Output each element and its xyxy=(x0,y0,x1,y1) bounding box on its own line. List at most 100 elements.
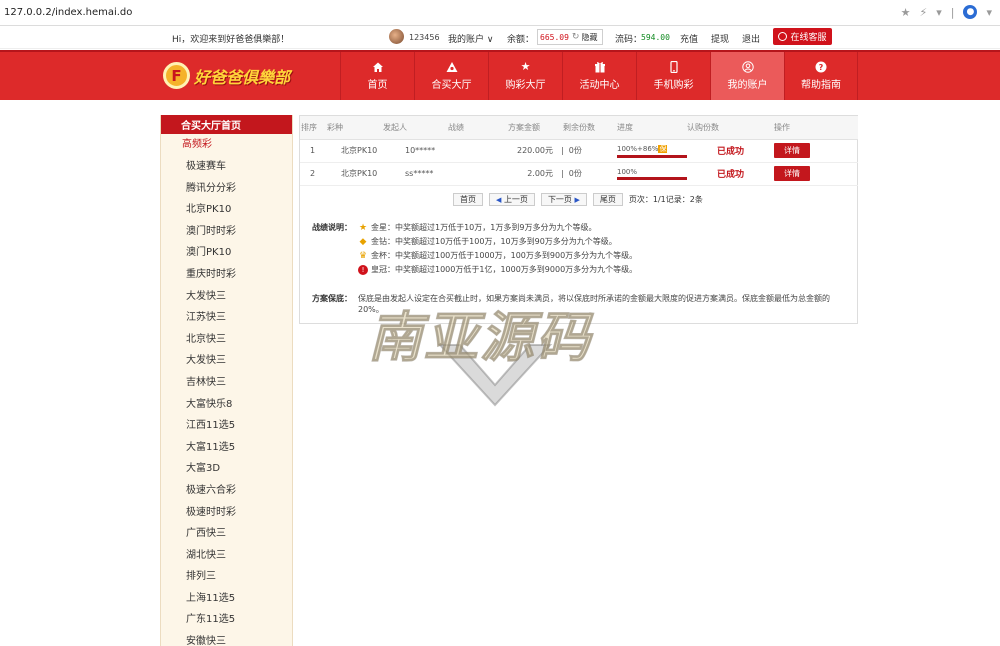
sidebar-item[interactable]: 大发快三 xyxy=(161,286,292,308)
online-service-button[interactable]: 在线客服 xyxy=(773,28,832,45)
sidebar-item[interactable]: 上海11选5 xyxy=(161,588,292,610)
nav-items: 首页 合买大厅 ★ 购彩大厅 活动中心 手机购彩 我的账户 ? 帮助指南 xyxy=(340,52,858,100)
sidebar-item[interactable]: 澳门时时彩 xyxy=(161,221,292,243)
table-header-row: 排序 彩种 发起人 战绩 方案金额 剩余份数 进度 认购份数 操作 xyxy=(300,116,858,140)
online-service-label: 在线客服 xyxy=(790,33,827,43)
user-id: 123456 xyxy=(409,33,440,42)
sidebar-item[interactable]: 大富11选5 xyxy=(161,437,292,459)
guarantee-text: 保底是由发起人设定在合买截止时，如果方案尚未满员，将以保底时所承诺的金额最大限度… xyxy=(358,294,830,314)
cell-action: 详情 xyxy=(774,139,858,163)
top-info-bar: Hi，欢迎来到好爸爸俱樂部！ 123456 我的账户 ∨ 余额： 665.09 … xyxy=(0,27,1000,49)
user-icon xyxy=(741,61,754,73)
nav-item-my-account[interactable]: 我的账户 xyxy=(710,52,784,100)
flow-label: 流码： xyxy=(615,35,643,45)
nav-item-group-buy[interactable]: 合买大厅 xyxy=(414,52,488,100)
nav-item-mobile[interactable]: 手机购彩 xyxy=(636,52,710,100)
detail-button[interactable]: 详情 xyxy=(774,143,810,158)
cell-status: 已成功 xyxy=(687,162,774,186)
sidebar-item[interactable]: 大富3D xyxy=(161,458,292,480)
sidebar-item[interactable]: 湖北快三 xyxy=(161,545,292,567)
explanation-row: ♛ 金杯：中奖额超过100万低于1000万，100万多到900万多分为九个等级。 xyxy=(358,250,637,261)
nav-item-activity[interactable]: 活动中心 xyxy=(562,52,636,100)
cell-rank: 2 xyxy=(300,162,319,186)
cell-progress: 100%+86%保 xyxy=(617,139,687,163)
progress-text: 100%+86% xyxy=(617,144,659,153)
column-header-progress: 进度 xyxy=(617,116,687,140)
headset-icon xyxy=(778,32,788,41)
sidebar-item[interactable]: 大发快三 xyxy=(161,350,292,372)
star-icon: ★ xyxy=(520,60,531,73)
group-buy-panel: 排序 彩种 发起人 战绩 方案金额 剩余份数 进度 认购份数 操作 1 北京PK… xyxy=(299,115,858,324)
nav-item-home[interactable]: 首页 xyxy=(340,52,414,100)
explanation-text: 金杯：中奖额超过100万低于1000万，100万多到900万多分为九个等级。 xyxy=(371,251,638,260)
column-header-game: 彩种 xyxy=(319,116,383,140)
nav-label: 合买大厅 xyxy=(431,80,472,91)
sidebar-group-high-frequency[interactable]: 高频彩 xyxy=(161,134,292,156)
sidebar-item[interactable]: 极速赛车 xyxy=(161,156,292,178)
bookmark-star-icon[interactable]: ★ xyxy=(901,6,911,19)
trophy-icon: ♛ xyxy=(358,250,368,261)
sidebar-item[interactable]: 极速六合彩 xyxy=(161,480,292,502)
explanation-text: 金钻：中奖额超过10万低于100万，10万多到90万多分为九个等级。 xyxy=(371,237,617,246)
guarantee-badge: 保 xyxy=(658,144,668,153)
first-page-button[interactable]: 首页 xyxy=(453,193,483,206)
menu-down-icon[interactable]: ▾ xyxy=(936,6,942,19)
sidebar-item[interactable]: 江西11选5 xyxy=(161,415,292,437)
cell-amount: 2.00元 xyxy=(508,162,561,186)
sidebar-item[interactable]: 安徽快三 xyxy=(161,631,292,646)
sidebar-item[interactable]: 极速时时彩 xyxy=(161,502,292,524)
last-page-button[interactable]: 尾页 xyxy=(592,193,623,206)
sidebar-item[interactable]: 排列三 xyxy=(161,566,292,588)
column-header-rank: 排序 xyxy=(300,116,319,140)
sidebar-item[interactable]: 北京快三 xyxy=(161,329,292,351)
sidebar-item[interactable]: 广东11选5 xyxy=(161,609,292,631)
sidebar-item[interactable]: 江苏快三 xyxy=(161,307,292,329)
site-logo[interactable]: F 好爸爸俱樂部 xyxy=(163,62,290,89)
question-icon: ? xyxy=(815,61,827,73)
sidebar-item[interactable]: 澳门PK10 xyxy=(161,242,292,264)
explanation-title: 战绩说明： xyxy=(312,223,352,232)
prev-arrow-icon: ◀ xyxy=(496,196,502,204)
extension-icon[interactable]: ⚡ xyxy=(919,6,927,19)
recharge-link[interactable]: 充值 xyxy=(680,32,698,45)
phone-icon xyxy=(668,61,680,73)
next-page-button[interactable]: 下一页 ▶ xyxy=(540,193,587,206)
sidebar-item[interactable]: 广西快三 xyxy=(161,523,292,545)
next-arrow-icon: ▶ xyxy=(574,196,580,204)
explanation-text: 皇冠：中奖额超过1000万低于1亿，1000万多到9000万多分为九个等级。 xyxy=(371,265,638,274)
withdraw-link[interactable]: 提现 xyxy=(711,32,729,45)
sidebar-item[interactable]: 吉林快三 xyxy=(161,372,292,394)
progress-text: 100% xyxy=(617,168,638,176)
nav-item-lottery-hall[interactable]: ★ 购彩大厅 xyxy=(488,52,562,100)
column-header-subscribe: 认购份数 xyxy=(687,116,774,140)
sidebar-item[interactable]: 大富快乐8 xyxy=(161,394,292,416)
explanation-text: 金星：中奖额超过1万低于10万，1万多到9万多分为九个等级。 xyxy=(371,223,597,232)
sidebar-header[interactable]: 合买大厅首页 xyxy=(161,115,292,134)
avatar[interactable] xyxy=(389,29,404,44)
prev-page-button[interactable]: ◀ 上一页 xyxy=(489,193,535,206)
logo-mark-icon: F xyxy=(163,62,190,89)
column-header-remaining: 剩余份数 xyxy=(561,116,617,140)
balance-box: 665.09 ↻ 隐藏 xyxy=(537,29,603,45)
sidebar-item[interactable]: 腾讯分分彩 xyxy=(161,178,292,200)
nav-label: 帮助指南 xyxy=(801,80,841,91)
explanation-row: ◆ 金钻：中奖额超过10万低于100万，10万多到90万多分为九个等级。 xyxy=(358,236,617,247)
hide-balance-button[interactable]: 隐藏 xyxy=(581,32,597,43)
logo-text: 好爸爸俱樂部 xyxy=(194,67,291,87)
sidebar-item[interactable]: 北京PK10 xyxy=(161,199,292,221)
refresh-icon[interactable]: ↻ xyxy=(572,32,580,42)
page-info: 页次：1/1记录：2条 xyxy=(628,195,703,204)
sidebar-item[interactable]: 重庆时时彩 xyxy=(161,264,292,286)
remaining-value: 0份 xyxy=(568,169,582,178)
address-bar[interactable]: 127.0.0.2/index.hemai.do xyxy=(4,7,132,18)
chevron-down-icon[interactable]: ▾ xyxy=(986,6,992,19)
cell-initiator: ss***** xyxy=(383,162,448,186)
cell-rank: 1 xyxy=(300,139,319,163)
profile-icon[interactable]: ● xyxy=(963,5,978,19)
nav-item-help[interactable]: ? 帮助指南 xyxy=(784,52,858,100)
browser-bar: 127.0.0.2/index.hemai.do ★ ⚡ ▾ | ● ▾ xyxy=(0,0,1000,26)
detail-button[interactable]: 详情 xyxy=(774,166,810,181)
my-account-dropdown[interactable]: 我的账户 ∨ xyxy=(448,32,493,45)
sidebar-list: 极速赛车 腾讯分分彩 北京PK10 澳门时时彩 澳门PK10 重庆时时彩 大发快三 江苏快三北… xyxy=(161,156,292,646)
logout-link[interactable]: 退出 xyxy=(742,32,760,45)
